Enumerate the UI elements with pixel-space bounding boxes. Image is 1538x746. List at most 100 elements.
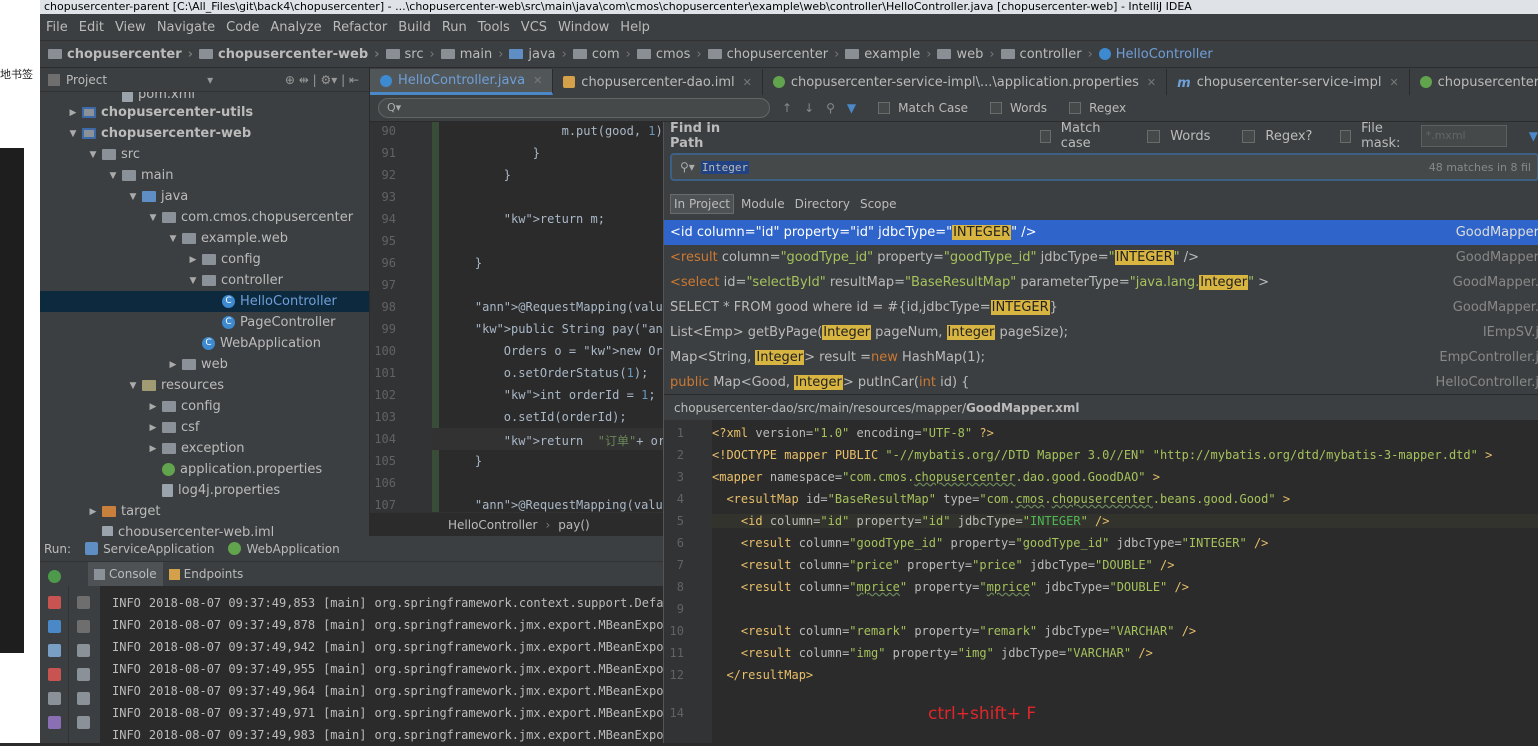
expand-arrow-icon[interactable]: ▼	[126, 381, 140, 391]
scope-module[interactable]: Module	[738, 195, 788, 213]
menu-view[interactable]: View	[115, 20, 146, 35]
close-icon[interactable]: ✕	[1147, 76, 1156, 89]
crumb-cmos[interactable]: cmos ›	[636, 47, 708, 62]
expand-arrow-icon[interactable]: ▼	[66, 129, 80, 139]
camera-icon[interactable]	[48, 644, 61, 657]
crumb-main[interactable]: main ›	[440, 47, 510, 62]
tree-item[interactable]: ▶ exception	[40, 438, 369, 459]
panel-tools[interactable]: ⊕ ⇹ | ⚙▾ | ⇤	[285, 73, 359, 87]
menu-window[interactable]: Window	[558, 20, 609, 35]
close-icon[interactable]: ✕	[743, 76, 752, 89]
search-icon[interactable]: ⚲▾	[680, 160, 695, 174]
expand-arrow-icon[interactable]: ▼	[106, 171, 120, 181]
menu-analyze[interactable]: Analyze	[270, 20, 321, 35]
menu-run[interactable]: Run	[442, 20, 467, 35]
find-input[interactable]: Q▾	[378, 98, 770, 118]
tree-item[interactable]: C WebApplication	[40, 333, 369, 354]
tab-dao-iml[interactable]: chopusercenter-dao.iml ✕	[553, 69, 763, 95]
result-row[interactable]: public Map<Good, Integer > putInCar(int i…	[664, 370, 1538, 395]
crumb-web[interactable]: web ›	[937, 47, 1000, 62]
result-row[interactable]: List<Emp> getByPage(Integer pageNum, Int…	[664, 320, 1538, 345]
expand-arrow-icon[interactable]: ▼	[186, 276, 200, 286]
tree-item[interactable]: application.properties	[40, 459, 369, 480]
tree-item[interactable]: ▼ example.web	[40, 228, 369, 249]
result-row[interactable]: Map<String, Integer > result = new HashMa…	[664, 345, 1538, 370]
up-icon[interactable]	[77, 596, 90, 609]
tab-web-properties[interactable]: chopusercenter-web\...\application.prope…	[1410, 69, 1538, 95]
search-icon[interactable]: ⚲	[826, 101, 835, 115]
tree-item[interactable]: ▼ chopusercenter-web	[40, 123, 369, 144]
expand-arrow-icon[interactable]: ▶	[66, 108, 80, 118]
menu-file[interactable]: File	[46, 20, 68, 35]
tab-endpoints[interactable]: Endpoints	[163, 562, 250, 586]
file-mask-checkbox[interactable]: File mask:	[1340, 121, 1412, 151]
editor-crumb-method[interactable]: pay()	[558, 518, 589, 532]
tree-item[interactable]: C PageController	[40, 312, 369, 333]
result-row[interactable]: SELECT * FROM good where id = #{id,jdbcT…	[664, 295, 1538, 320]
scope-custom[interactable]: Scope	[857, 195, 900, 213]
exit-icon[interactable]	[48, 668, 61, 681]
editor-crumb-class[interactable]: HelloController	[448, 518, 537, 532]
expand-arrow-icon[interactable]: ▼	[86, 150, 100, 160]
result-row[interactable]: <id column="id" property="id" jdbcType="…	[664, 220, 1538, 245]
result-row[interactable]: <select id= "selectById" resultMap= "BaseR…	[664, 270, 1538, 295]
menu-refactor[interactable]: Refactor	[333, 20, 388, 35]
file-mask-input[interactable]: *.mxml	[1420, 125, 1507, 147]
tree-item[interactable]: C HelloController	[40, 291, 369, 312]
tree-item[interactable]: ▶ chopusercenter-utils	[40, 102, 369, 123]
expand-arrow-icon[interactable]: ▼	[126, 192, 140, 202]
tree-item[interactable]: ▼ src	[40, 144, 369, 165]
expand-arrow-icon[interactable]: ▶	[146, 423, 160, 433]
chevron-down-icon[interactable]: ▾	[207, 73, 213, 87]
expand-arrow-icon[interactable]: ▼	[146, 213, 160, 223]
crumb-module[interactable]: chopusercenter-web ›	[199, 47, 386, 62]
close-icon[interactable]: ✕	[1389, 76, 1398, 89]
expand-arrow-icon[interactable]: ▼	[166, 234, 180, 244]
scope-directory[interactable]: Directory	[792, 195, 853, 213]
menu-vcs[interactable]: VCS	[521, 20, 547, 35]
preview-editor[interactable]: 1 2 3 4 5 6 7 8 9 10 11 12 14 <?xml version="1.0" en…	[664, 420, 1538, 743]
tree-item[interactable]: ▼ java	[40, 186, 369, 207]
tree-item[interactable]: ▼ controller	[40, 270, 369, 291]
tab-console[interactable]: Console	[88, 562, 163, 586]
menu-edit[interactable]: Edit	[79, 20, 104, 35]
menu-build[interactable]: Build	[398, 20, 431, 35]
tree-item[interactable]: pom.xml	[40, 92, 369, 102]
pin-icon[interactable]	[48, 716, 61, 729]
tree-item[interactable]: ▼ com.cmos.chopusercenter	[40, 207, 369, 228]
tab-service-impl[interactable]: m chopusercenter-service-impl ✕	[1167, 69, 1410, 95]
menu-code[interactable]: Code	[226, 20, 259, 35]
find-query-input[interactable]: ⚲▾ Integer 48 matches in 8 fil	[670, 153, 1538, 181]
expand-arrow-icon[interactable]: ▶	[86, 507, 100, 517]
tree-item[interactable]: ▼ main	[40, 165, 369, 186]
pause-icon[interactable]	[48, 620, 61, 633]
match-case-checkbox[interactable]: Match case	[1040, 121, 1119, 151]
expand-arrow-icon[interactable]: ▶	[146, 444, 160, 454]
menu-navigate[interactable]: Navigate	[157, 20, 215, 35]
scroll-end-icon[interactable]	[77, 668, 90, 681]
tree-item[interactable]: ▶ target	[40, 501, 369, 522]
crumb-example[interactable]: example ›	[845, 47, 937, 62]
tree-item[interactable]: ▶ config	[40, 249, 369, 270]
run-config-service[interactable]: ServiceApplication	[85, 542, 214, 556]
print-icon[interactable]	[77, 692, 90, 705]
arrow-up-icon[interactable]: ↑	[782, 101, 792, 115]
tree-item[interactable]: ▶ config	[40, 396, 369, 417]
menu-tools[interactable]: Tools	[478, 20, 510, 35]
scope-in-project[interactable]: In Project	[670, 194, 735, 214]
run-config-web[interactable]: WebApplication	[228, 542, 340, 556]
arrow-down-icon[interactable]: ↓	[804, 101, 814, 115]
wrap-icon[interactable]	[77, 644, 90, 657]
filter-icon[interactable]: ▼	[1529, 129, 1538, 143]
words-checkbox[interactable]: Words	[1147, 129, 1210, 144]
crumb-java[interactable]: java ›	[509, 47, 572, 62]
expand-arrow-icon[interactable]: ▶	[186, 255, 200, 265]
menu-help[interactable]: Help	[620, 20, 650, 35]
tab-hellocontroller[interactable]: HelloController.java ✕	[370, 69, 554, 95]
down-icon[interactable]	[77, 620, 90, 633]
crumb-com[interactable]: com ›	[572, 47, 637, 62]
tree-item[interactable]: ▶ csf	[40, 417, 369, 438]
match-case-checkbox[interactable]: Match Case	[878, 101, 968, 115]
expand-arrow-icon[interactable]: ▶	[166, 360, 180, 370]
tree-item[interactable]: ▼ resources	[40, 375, 369, 396]
